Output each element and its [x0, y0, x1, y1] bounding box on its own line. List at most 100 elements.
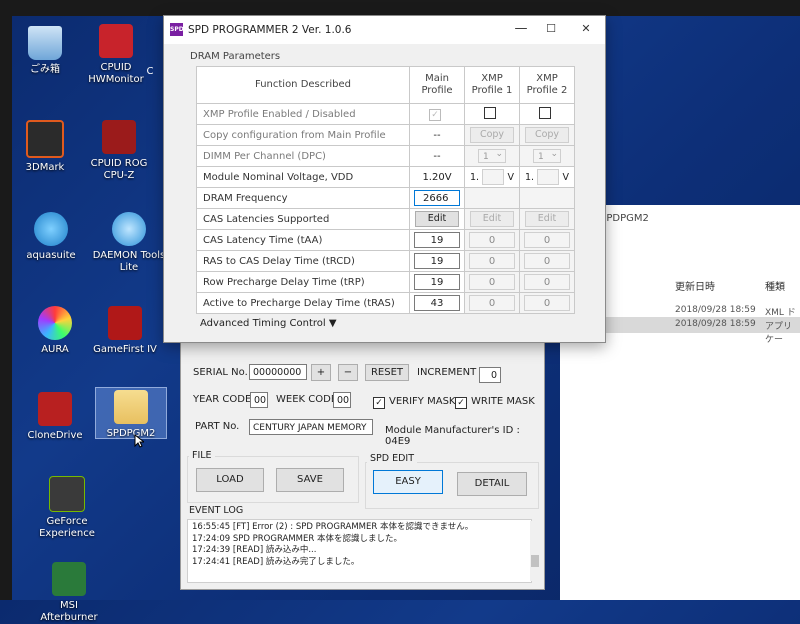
xmp1-copy-button[interactable]: Copy — [470, 127, 514, 143]
tras-xmp2-input[interactable]: 0 — [524, 295, 570, 311]
spd-main-window: SERIAL No. 00000000 + − RESET INCREMENT … — [180, 300, 545, 590]
afterburner-icon — [52, 562, 86, 596]
cas-xmp2-edit-button[interactable]: Edit — [525, 211, 569, 227]
table-row: Active to Precharge Delay Time (tRAS) 43… — [196, 292, 575, 314]
dram-frequency-label: DRAM Frequency — [196, 187, 410, 209]
xmp2-copy-button[interactable]: Copy — [525, 127, 569, 143]
detail-button[interactable]: DETAIL — [457, 472, 527, 496]
manufacturer-id: Module Manufacturer's ID : 04E9 — [385, 425, 520, 447]
dpc-main-value: -- — [409, 145, 465, 167]
aura-shortcut[interactable]: AURA — [16, 306, 94, 356]
cas-main-edit-button[interactable]: Edit — [415, 211, 459, 227]
log-line: 17:24:39 [READ] 読み込み中... — [192, 545, 317, 555]
table-row: DRAM Frequency 2666 — [196, 187, 575, 209]
advanced-timing-toggle[interactable]: Advanced Timing Control ▼ — [200, 318, 337, 329]
desktop-icon-label: AURA — [41, 344, 69, 355]
taa-label: CAS Latency Time (tAA) — [196, 229, 410, 251]
trcd-xmp2-input[interactable]: 0 — [524, 253, 570, 269]
3dmark-shortcut[interactable]: 3DMark — [6, 120, 84, 174]
desktop-icon-label: MSI Afterburner — [40, 600, 98, 623]
xmp2-enable-checkbox[interactable] — [519, 103, 575, 125]
desktop-icon-label: CloneDrive — [27, 430, 83, 441]
xmp1-dpc-select[interactable]: 1 — [478, 147, 506, 163]
part-number-input[interactable]: CENTURY JAPAN MEMORY — [249, 419, 373, 435]
dram-parameters-label: DRAM Parameters — [190, 51, 281, 62]
daemon-tools-shortcut[interactable]: DAEMON Tools Lite — [90, 212, 168, 274]
desktop-icon-label: aquasuite — [26, 250, 76, 261]
xmp2-dpc-select[interactable]: 1 — [533, 147, 561, 163]
save-button[interactable]: SAVE — [276, 468, 344, 492]
increment-input[interactable]: 0 — [479, 367, 501, 383]
verify-mask-checkbox[interactable]: ✓ VERIFY MASK — [373, 396, 455, 409]
file-row[interactable]: 2018/09/28 18:59 アプリケー — [600, 317, 800, 345]
xmp1-frequency-cell[interactable] — [464, 187, 520, 209]
gamefirst-shortcut[interactable]: GameFirst IV — [86, 306, 164, 356]
header-function: Function Described — [196, 66, 410, 104]
tras-xmp2-cell: 0 — [519, 292, 575, 314]
dialog-titlebar[interactable]: SPD SPD PROGRAMMER 2 Ver. 1.0.6 — ☐ ✕ — [164, 16, 605, 44]
dialog-title: SPD PROGRAMMER 2 Ver. 1.0.6 — [188, 24, 352, 36]
year-code-input[interactable]: 00 — [250, 392, 268, 408]
taa-xmp1-cell: 0 — [464, 229, 520, 251]
serial-minus-button[interactable]: − — [338, 364, 358, 381]
increment-label: INCREMENT — [417, 367, 477, 378]
trcd-xmp1-input[interactable]: 0 — [469, 253, 515, 269]
xmp2-voltage-cell: 1. V — [519, 166, 575, 188]
tras-xmp1-input[interactable]: 0 — [469, 295, 515, 311]
trp-main-input[interactable]: 19 — [414, 274, 460, 290]
copy-main-value: -- — [409, 124, 465, 146]
cas-xmp1-edit-button[interactable]: Edit — [470, 211, 514, 227]
xmp2-frequency-cell[interactable] — [519, 187, 575, 209]
tras-main-input[interactable]: 43 — [414, 295, 460, 311]
voltage-main-value: 1.20V — [409, 166, 465, 188]
serial-plus-button[interactable]: + — [311, 364, 331, 381]
log-line: 17:24:41 [READ] 読み込み完了しました。 — [192, 556, 360, 567]
tras-main-cell: 43 — [409, 292, 465, 314]
trcd-main-input[interactable]: 19 — [414, 253, 460, 269]
recycle-bin-shortcut[interactable]: ごみ箱 — [6, 26, 84, 76]
taa-main-input[interactable]: 19 — [414, 232, 460, 248]
trp-xmp1-input[interactable]: 0 — [469, 274, 515, 290]
xmp2-copy-cell: Copy — [519, 124, 575, 146]
geforce-shortcut[interactable]: GeForce Experience — [28, 476, 106, 540]
taa-xmp2-input[interactable]: 0 — [524, 232, 570, 248]
load-button[interactable]: LOAD — [196, 468, 264, 492]
afterburner-shortcut[interactable]: MSI Afterburner — [30, 562, 108, 624]
year-code-label: YEAR CODE — [193, 394, 252, 405]
minimize-button[interactable]: — — [509, 20, 533, 38]
easy-button[interactable]: EASY — [373, 470, 443, 494]
clonedrive-shortcut[interactable]: CloneDrive — [16, 392, 94, 442]
spdpgm2-shortcut[interactable]: SPDPGM2 — [95, 387, 167, 439]
table-row: Module Nominal Voltage, VDD 1.20V 1. V 1… — [196, 166, 575, 188]
explorer-column-type[interactable]: 種類 — [765, 278, 785, 293]
reset-button[interactable]: RESET — [365, 364, 409, 381]
write-mask-checkbox[interactable]: ✓ WRITE MASK — [455, 396, 535, 409]
xmp1-voltage-input[interactable] — [482, 169, 505, 185]
trp-xmp2-input[interactable]: 0 — [524, 274, 570, 290]
aura-icon — [38, 306, 72, 340]
scrollbar-thumb[interactable] — [531, 555, 539, 567]
aquasuite-shortcut[interactable]: aquasuite — [12, 212, 90, 262]
frequency-main-cell: 2666 — [409, 187, 465, 209]
dram-parameters-dialog: SPD SPD PROGRAMMER 2 Ver. 1.0.6 — ☐ ✕ DR… — [163, 15, 606, 343]
week-code-input[interactable]: 00 — [333, 392, 351, 408]
event-log-scrollbar[interactable] — [530, 521, 540, 581]
voltage-unit: V — [562, 172, 569, 183]
voltage-label: Module Nominal Voltage, VDD — [196, 166, 410, 188]
close-button[interactable]: ✕ — [574, 20, 598, 38]
partial-desktop-icon-label: C — [146, 66, 154, 77]
desktop-icon-label: GeForce Experience — [39, 516, 95, 539]
serial-input[interactable]: 00000000 — [249, 364, 307, 380]
spd-edit-group-title: SPD EDIT — [367, 453, 418, 464]
desktop-icon-label: GameFirst IV — [93, 344, 157, 355]
monitor-bezel-left — [0, 0, 12, 600]
cpuz-shortcut[interactable]: CPUID ROG CPU-Z — [80, 120, 158, 182]
frequency-main-input[interactable]: 2666 — [414, 190, 460, 206]
maximize-button[interactable]: ☐ — [539, 20, 563, 38]
xmp2-voltage-input[interactable] — [537, 169, 560, 185]
explorer-column-date[interactable]: 更新日時 — [675, 278, 715, 293]
taa-xmp1-input[interactable]: 0 — [469, 232, 515, 248]
xmp1-enable-checkbox[interactable] — [464, 103, 520, 125]
xmp2-dpc-cell: 1 — [519, 145, 575, 167]
xmp1-dpc-cell: 1 — [464, 145, 520, 167]
